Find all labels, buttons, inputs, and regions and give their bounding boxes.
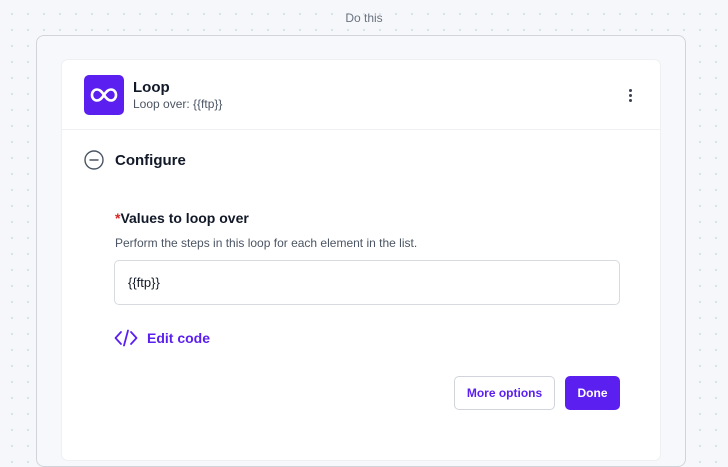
step-subtitle: Loop over: {{ftp}} <box>133 97 223 111</box>
edit-code-link[interactable]: Edit code <box>114 328 210 348</box>
code-icon <box>114 329 138 347</box>
done-button[interactable]: Done <box>565 376 620 410</box>
section-label-do-this: Do this <box>345 11 383 25</box>
field-label: *Values to loop over <box>115 210 249 226</box>
configure-label: Configure <box>115 151 186 169</box>
more-options-button[interactable]: More options <box>454 376 555 410</box>
field-label-text: Values to loop over <box>120 210 249 226</box>
step-header[interactable]: Loop Loop over: {{ftp}} <box>62 60 660 130</box>
infinity-loop-icon <box>84 75 124 115</box>
menu-dot <box>628 93 632 97</box>
configure-section-toggle[interactable]: Configure <box>84 149 186 171</box>
more-vertical-icon[interactable] <box>622 84 638 106</box>
collapse-minus-circle-icon[interactable] <box>84 150 104 170</box>
menu-dot <box>628 88 632 92</box>
menu-dot <box>628 98 632 102</box>
step-title: Loop <box>133 79 170 96</box>
loop-step-card: Loop Loop over: {{ftp}} Configure *Value… <box>62 60 660 460</box>
field-help-text: Perform the steps in this loop for each … <box>115 236 418 250</box>
values-to-loop-input[interactable]: {{ftp}} <box>114 260 620 305</box>
edit-code-label: Edit code <box>147 330 211 346</box>
